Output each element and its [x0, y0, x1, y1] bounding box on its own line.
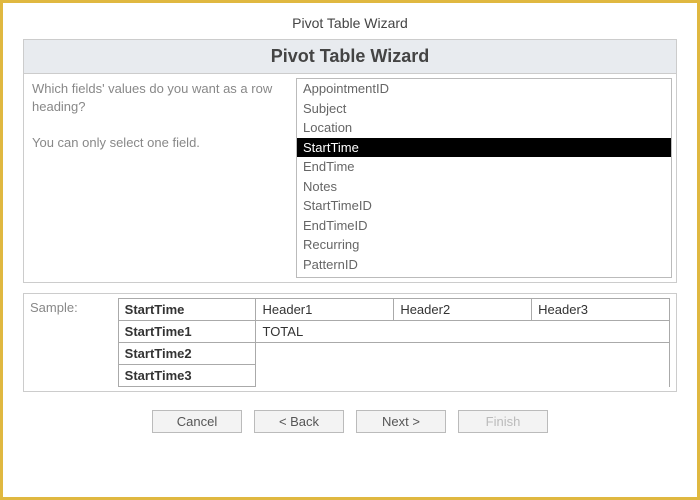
field-option[interactable]: Subject [297, 99, 671, 119]
sample-empty-cell [256, 343, 670, 387]
sample-header: Header2 [394, 299, 532, 321]
back-button[interactable]: < Back [254, 410, 344, 433]
content-row: Which fields' values do you want as a ro… [24, 74, 676, 282]
sample-panel: Sample: StartTime Header1 Header2 Header… [23, 293, 677, 392]
table-row: StartTime2 [118, 343, 669, 365]
panel-title: Pivot Table Wizard [24, 40, 676, 74]
table-row: StartTime Header1 Header2 Header3 [118, 299, 669, 321]
sample-header: Header1 [256, 299, 394, 321]
field-option[interactable]: EndTime [297, 157, 671, 177]
field-option[interactable]: RecurEvery [297, 274, 671, 278]
field-option[interactable]: StartTimeID [297, 196, 671, 216]
table-row: StartTime1 TOTAL [118, 321, 669, 343]
field-option-selected[interactable]: StartTime [297, 138, 671, 158]
field-option[interactable]: Recurring [297, 235, 671, 255]
field-option[interactable]: Location [297, 118, 671, 138]
sample-header: Header3 [532, 299, 670, 321]
button-row: Cancel < Back Next > Finish [3, 402, 697, 447]
field-option[interactable]: Notes [297, 177, 671, 197]
sample-field-header: StartTime [118, 299, 256, 321]
sample-table: StartTime Header1 Header2 Header3 StartT… [118, 298, 670, 387]
field-option[interactable]: PatternID [297, 255, 671, 275]
sample-total-cell: TOTAL [256, 321, 670, 343]
window-title: Pivot Table Wizard [3, 3, 697, 39]
sample-row-label: StartTime2 [118, 343, 256, 365]
fields-listbox[interactable]: AppointmentID Subject Location StartTime… [296, 78, 672, 278]
sample-label: Sample: [30, 298, 108, 387]
cancel-button[interactable]: Cancel [152, 410, 242, 433]
prompt-note: You can only select one field. [32, 134, 284, 152]
field-option[interactable]: AppointmentID [297, 79, 671, 99]
sample-row-label: StartTime3 [118, 365, 256, 387]
sample-row-label: StartTime1 [118, 321, 256, 343]
field-option[interactable]: EndTimeID [297, 216, 671, 236]
wizard-panel: Pivot Table Wizard Which fields' values … [23, 39, 677, 283]
prompt-question: Which fields' values do you want as a ro… [32, 80, 284, 116]
next-button[interactable]: Next > [356, 410, 446, 433]
finish-button: Finish [458, 410, 548, 433]
prompt-column: Which fields' values do you want as a ro… [28, 78, 288, 278]
